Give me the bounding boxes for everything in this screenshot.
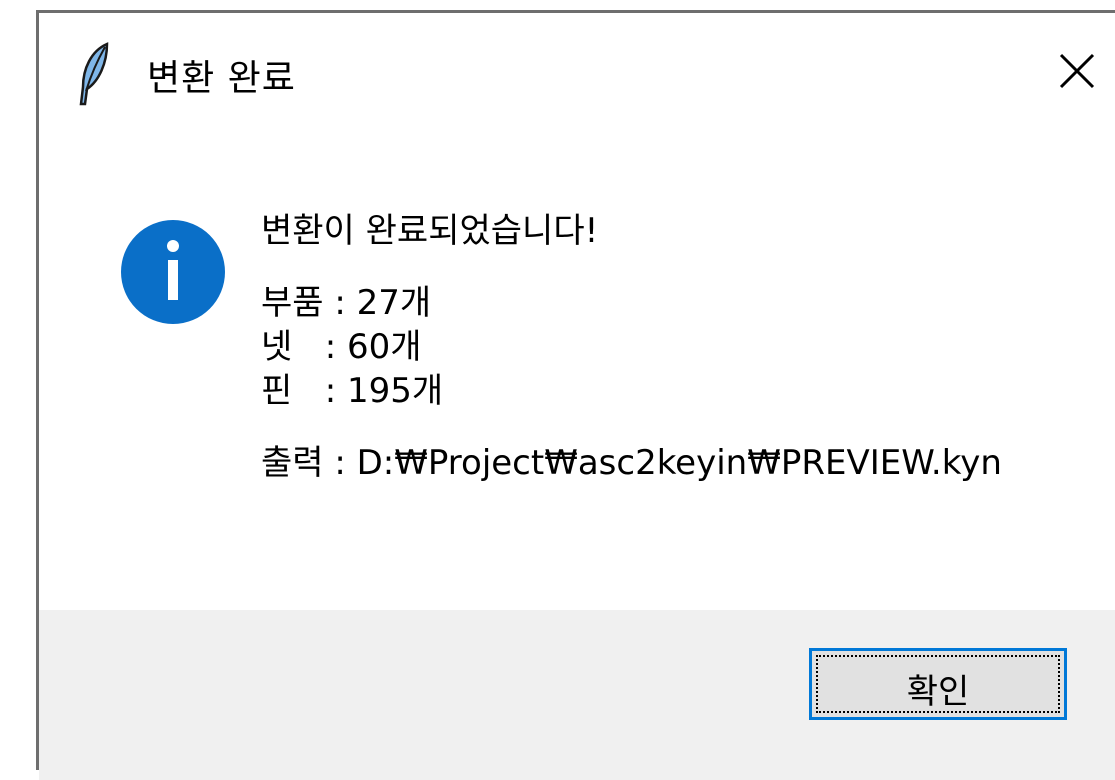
dialog-content: 변환이 완료되었습니다! 부품 : 27개 넷 : 60개 핀 : 195개 출… — [39, 123, 1115, 610]
feather-icon — [79, 42, 109, 106]
info-icon — [121, 220, 225, 324]
ok-button[interactable]: 확인 — [809, 648, 1067, 720]
message-dialog: 변환 완료 변환이 완료되었습니다! 부품 : 27개 넷 : 60개 핀 : … — [36, 10, 1115, 780]
stat-nets: 넷 : 60개 — [261, 327, 422, 367]
close-icon[interactable] — [1047, 41, 1107, 101]
window-title: 변환 완료 — [147, 58, 296, 99]
stat-pins: 핀 : 195개 — [261, 371, 444, 411]
ok-button-label: 확인 — [906, 672, 970, 712]
title-bar: 변환 완료 — [39, 13, 1115, 123]
screen: 변환 완료 변환이 완료되었습니다! 부품 : 27개 넷 : 60개 핀 : … — [0, 0, 1115, 780]
stat-parts: 부품 : 27개 — [261, 283, 432, 323]
headline: 변환이 완료되었습니다! — [261, 211, 599, 251]
message-text: 변환이 완료되었습니다! 부품 : 27개 넷 : 60개 핀 : 195개 출… — [261, 209, 1002, 485]
output-path: 출력 : D:₩Project₩asc2keyin₩PREVIEW.kyn — [261, 443, 1002, 483]
